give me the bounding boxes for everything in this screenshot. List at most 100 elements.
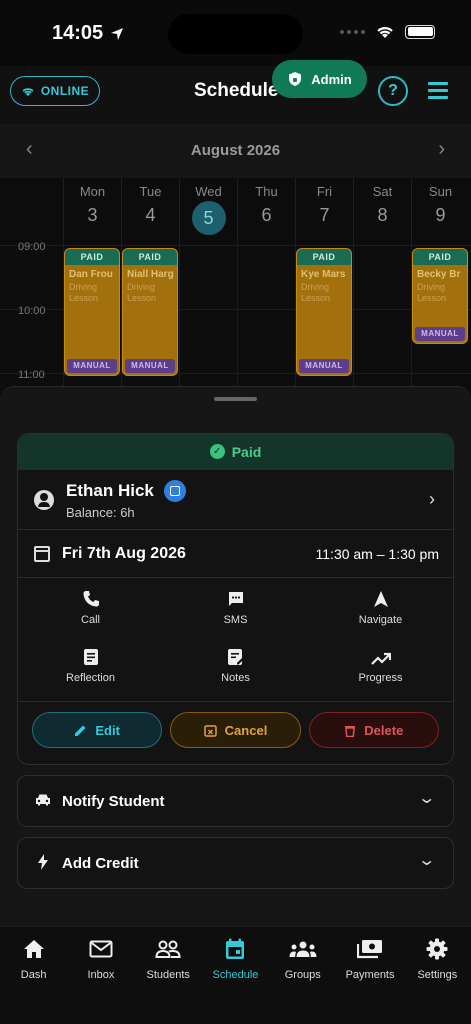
wifi-icon [22, 87, 34, 96]
calendar-nav: ‹ August 2026 › [0, 124, 471, 178]
day-date: 3 [87, 205, 98, 225]
calendar-icon [226, 938, 245, 959]
tab-groups[interactable]: Groups [269, 937, 336, 1024]
day-column-sat[interactable]: Sat 8 [353, 178, 411, 242]
shield-lock-icon [289, 72, 302, 86]
progress-action[interactable]: Progress [308, 644, 453, 700]
tab-students[interactable]: Students [135, 937, 202, 1024]
call-action[interactable]: Call [18, 586, 163, 642]
hamburger-menu-icon[interactable] [428, 82, 448, 103]
edit-button[interactable]: Edit [32, 712, 163, 748]
add-credit-accordion[interactable]: Add Credit ⌄ [17, 837, 454, 889]
event-student-name: Becky Br [417, 269, 461, 280]
day-name: Sat [372, 184, 393, 199]
reflection-label: Reflection [66, 671, 115, 684]
day-date: 9 [435, 205, 446, 225]
tab-settings[interactable]: Settings [404, 937, 471, 1024]
day-name: Mon [79, 184, 106, 199]
notes-edit-icon [228, 648, 244, 665]
day-name: Thu [255, 184, 278, 199]
tab-inbox[interactable]: Inbox [67, 937, 134, 1024]
chevron-down-icon: ⌄ [416, 790, 436, 807]
online-status-button[interactable]: ONLINE [10, 76, 100, 106]
notes-label: Notes [221, 671, 250, 684]
event-tag: MANUAL [415, 327, 465, 341]
day-column-wed[interactable]: Wed 5 [179, 178, 237, 242]
battery-icon [405, 24, 435, 39]
cancel-label: Cancel [224, 722, 268, 738]
event-status-badge: PAID [123, 249, 177, 265]
progress-label: Progress [358, 671, 403, 684]
admin-label: Admin [311, 71, 352, 87]
day-column-mon[interactable]: Mon 3 [63, 178, 121, 242]
reflection-action[interactable]: Reflection [18, 644, 163, 700]
help-button[interactable]: ? [378, 76, 408, 106]
admin-button[interactable]: Admin [272, 60, 367, 98]
sms-icon [228, 592, 243, 606]
chevron-right-icon[interactable]: › [438, 138, 445, 161]
day-date: 8 [377, 205, 388, 225]
bolt-icon [34, 853, 52, 873]
payment-status-label: Paid [231, 443, 262, 460]
sms-action[interactable]: SMS [163, 586, 308, 642]
clock-time: 14:05 [52, 22, 104, 44]
week-days: Mon 3 Tue 4 Wed 5 Thu 6 Fri 7 Sat 8 Sun 9 [63, 178, 471, 242]
tab-label: Payments [345, 969, 395, 981]
notes-action[interactable]: Notes [163, 644, 308, 700]
time-grid: 09:00 10:00 11:00 PAID Dan Frou Driving … [0, 241, 471, 392]
lesson-date: Fri 7th Aug 2026 [62, 544, 186, 562]
event-description: Driving Lesson [301, 282, 331, 303]
navigate-action[interactable]: Navigate [308, 586, 453, 642]
calendar-sync-icon [163, 479, 186, 502]
day-column-tue[interactable]: Tue 4 [121, 178, 179, 242]
notify-student-accordion[interactable]: Notify Student ⌄ [17, 775, 454, 827]
calendar-event[interactable]: PAID Kye Mars Driving Lesson MANUAL [296, 248, 352, 376]
day-column-thu[interactable]: Thu 6 [237, 178, 295, 242]
edit-label: Edit [95, 722, 120, 738]
event-student-name: Niall Harg [127, 269, 174, 280]
car-icon [34, 793, 52, 809]
booking-sheet: ✓ Paid Ethan Hick Balance: 6h › Fri 7th … [0, 386, 471, 926]
cancel-button[interactable]: Cancel [170, 712, 301, 748]
booking-card: ✓ Paid Ethan Hick Balance: 6h › Fri 7th … [17, 433, 454, 765]
groups-icon [289, 941, 317, 957]
student-row[interactable]: Ethan Hick Balance: 6h › [18, 470, 453, 530]
day-name: Tue [139, 184, 162, 199]
event-description: Driving Lesson [417, 282, 447, 303]
day-name: Fri [316, 184, 333, 199]
trash-icon [345, 725, 356, 737]
student-info: Ethan Hick Balance: 6h [66, 479, 186, 520]
wifi-icon [377, 27, 393, 38]
event-tag: MANUAL [299, 359, 349, 373]
drag-handle[interactable] [214, 397, 257, 401]
location-arrow-icon [111, 27, 124, 40]
calendar-month: August 2026 [190, 142, 281, 159]
delete-label: Delete [364, 722, 404, 738]
lesson-datetime-row: Fri 7th Aug 2026 11:30 am – 1:30 pm [18, 530, 453, 578]
student-name-row: Ethan Hick [66, 479, 186, 502]
day-name: Sun [428, 184, 453, 199]
tab-label: Students [146, 969, 190, 981]
day-column-sun[interactable]: Sun 9 [411, 178, 469, 242]
calendar-event[interactable]: PAID Becky Br Driving Lesson MANUAL [412, 248, 468, 344]
grid-divider [353, 242, 354, 392]
tab-payments[interactable]: Payments [336, 937, 403, 1024]
calendar-icon [34, 545, 50, 562]
trending-up-icon [370, 652, 391, 665]
tab-schedule[interactable]: Schedule [202, 937, 269, 1024]
time-label: 10:00 [18, 305, 46, 317]
gear-icon [426, 938, 448, 960]
grid-divider [179, 242, 180, 392]
time-label: 11:00 [18, 369, 45, 381]
calendar-event[interactable]: PAID Dan Frou Driving Lesson MANUAL [64, 248, 120, 376]
hour-line [0, 245, 471, 246]
pencil-icon [75, 725, 86, 736]
calendar-cancel-icon [203, 724, 217, 737]
help-icon: ? [388, 82, 398, 99]
day-column-fri[interactable]: Fri 7 [295, 178, 353, 242]
tab-label: Schedule [212, 969, 259, 981]
tab-dash[interactable]: Dash [0, 937, 67, 1024]
calendar-event[interactable]: PAID Niall Harg Driving Lesson MANUAL [122, 248, 178, 376]
chevron-down-icon: ⌄ [416, 852, 436, 869]
delete-button[interactable]: Delete [308, 712, 439, 748]
